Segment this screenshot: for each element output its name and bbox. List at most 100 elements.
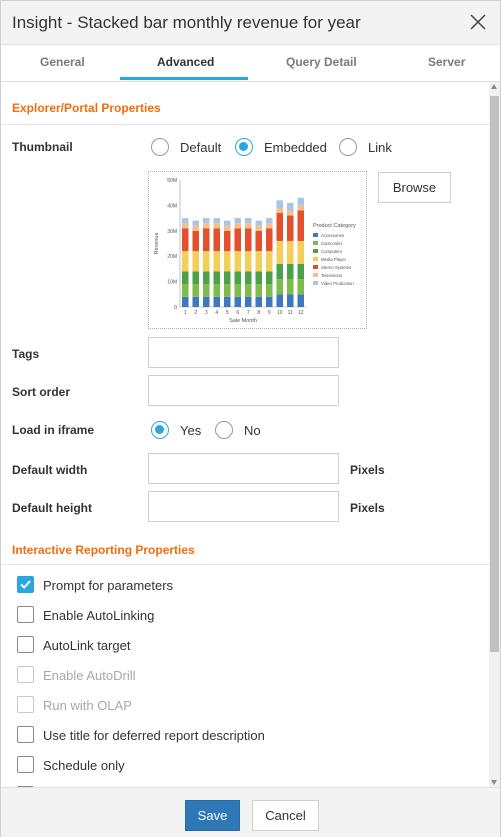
sort-order-input[interactable] bbox=[148, 375, 339, 406]
run-with-olap-checkbox bbox=[17, 696, 34, 713]
thumbnail-embedded-radio[interactable] bbox=[235, 138, 253, 156]
bar-segment bbox=[181, 223, 189, 229]
bar-segment bbox=[192, 251, 200, 272]
bar-segment bbox=[192, 220, 200, 226]
bar-segment bbox=[244, 296, 252, 307]
bar-segment bbox=[192, 271, 200, 285]
legend-item-label: Televisions bbox=[321, 273, 342, 278]
bar-segment bbox=[213, 251, 221, 272]
bar-segment bbox=[297, 240, 305, 264]
bar-segment bbox=[276, 263, 284, 280]
bar-segment bbox=[255, 230, 263, 252]
legend-item-label: Media Player bbox=[321, 257, 347, 262]
browse-button[interactable]: Browse bbox=[378, 172, 451, 203]
use-title-deferred-checkbox[interactable] bbox=[17, 726, 34, 743]
y-tick-label: 10M bbox=[167, 280, 177, 286]
bar-segment bbox=[286, 294, 294, 307]
vertical-scrollbar[interactable] bbox=[489, 82, 500, 787]
legend-item-label: Accessories bbox=[321, 233, 344, 238]
bar-segment bbox=[276, 279, 284, 295]
scroll-up-icon[interactable] bbox=[491, 84, 497, 89]
bar-segment bbox=[265, 296, 273, 307]
x-tick-label: 2 bbox=[194, 310, 197, 316]
bar-segment bbox=[202, 296, 210, 307]
thumbnail-embedded-label: Embedded bbox=[264, 140, 327, 155]
x-tick-label: 10 bbox=[277, 310, 283, 316]
enable-autodrill-checkbox bbox=[17, 666, 34, 683]
bar-segment bbox=[286, 263, 294, 280]
bar-segment bbox=[244, 228, 252, 252]
bar-segment bbox=[255, 296, 263, 307]
schedule-only-checkbox[interactable] bbox=[17, 756, 34, 773]
scrollbar-thumb[interactable] bbox=[490, 96, 499, 652]
bar-segment bbox=[202, 284, 210, 297]
legend-item-label: Stereo Systems bbox=[321, 265, 351, 270]
bar-segment bbox=[234, 223, 242, 229]
enable-autolinking-label: Enable AutoLinking bbox=[43, 608, 155, 623]
y-tick-label: 20M bbox=[167, 254, 177, 260]
legend-swatch bbox=[313, 233, 318, 237]
iframe-yes-label: Yes bbox=[180, 423, 202, 438]
default-height-input[interactable] bbox=[148, 491, 339, 522]
iframe-yes-radio[interactable] bbox=[151, 421, 169, 439]
sort-order-label: Sort order bbox=[12, 385, 71, 399]
scroll-down-icon[interactable] bbox=[491, 780, 497, 785]
bar-segment bbox=[244, 223, 252, 229]
bar-segment bbox=[192, 225, 200, 231]
autolink-target-label: AutoLink target bbox=[43, 638, 131, 653]
x-axis-title: Sale Month bbox=[229, 318, 257, 324]
bar-segment bbox=[297, 279, 305, 295]
thumbnail-link-label: Link bbox=[368, 140, 392, 155]
bar-segment bbox=[244, 251, 252, 272]
bar-segment bbox=[192, 230, 200, 252]
tab-general[interactable]: General bbox=[40, 55, 85, 69]
dialog-footer: Save Cancel bbox=[1, 787, 500, 837]
thumbnail-default-radio[interactable] bbox=[151, 138, 169, 156]
iframe-no-radio[interactable] bbox=[215, 421, 233, 439]
iframe-no-label: No bbox=[244, 423, 261, 438]
bar-segment bbox=[297, 205, 305, 211]
bar-segment bbox=[276, 294, 284, 307]
y-tick-label: 30M bbox=[167, 229, 177, 235]
bar-segment bbox=[234, 284, 242, 297]
bar-segment bbox=[297, 197, 305, 206]
checkmark-icon bbox=[20, 580, 31, 589]
tags-input[interactable] bbox=[148, 337, 339, 368]
legend-swatch bbox=[313, 241, 318, 245]
bar-segment bbox=[286, 210, 294, 216]
bar-segment bbox=[265, 271, 273, 285]
active-tab-indicator bbox=[120, 77, 248, 80]
tab-advanced[interactable]: Advanced bbox=[157, 55, 214, 69]
thumbnail-default-label: Default bbox=[180, 140, 222, 155]
y-tick-label: 0 bbox=[174, 305, 177, 311]
default-width-input[interactable] bbox=[148, 453, 339, 484]
default-width-unit: Pixels bbox=[350, 463, 385, 477]
bar-segment bbox=[265, 223, 273, 229]
prompt-parameters-checkbox[interactable] bbox=[17, 576, 34, 593]
bar-segment bbox=[181, 284, 189, 297]
enable-autolinking-checkbox[interactable] bbox=[17, 606, 34, 623]
y-axis-title: Revenue bbox=[154, 232, 160, 254]
bar-segment bbox=[223, 296, 231, 307]
cancel-button[interactable]: Cancel bbox=[252, 800, 319, 831]
bar-segment bbox=[276, 200, 284, 208]
x-tick-label: 11 bbox=[288, 310, 293, 316]
legend-swatch bbox=[313, 249, 318, 253]
enable-autodrill-label: Enable AutoDrill bbox=[43, 668, 136, 683]
save-button[interactable]: Save bbox=[185, 800, 240, 831]
bar-segment bbox=[286, 215, 294, 241]
tab-query-detail[interactable]: Query Detail bbox=[286, 55, 357, 69]
autolink-target-checkbox[interactable] bbox=[17, 636, 34, 653]
run-with-olap-label: Run with OLAP bbox=[43, 698, 132, 713]
close-icon[interactable] bbox=[468, 12, 488, 32]
properties-dialog: Insight - Stacked bar monthly revenue fo… bbox=[0, 0, 501, 837]
default-height-label: Default height bbox=[12, 501, 92, 515]
legend-swatch bbox=[313, 257, 318, 261]
prompt-parameters-label: Prompt for parameters bbox=[43, 578, 174, 593]
legend-item-label: Computers bbox=[321, 249, 342, 254]
x-tick-label: 8 bbox=[257, 310, 260, 316]
tab-server[interactable]: Server bbox=[428, 55, 465, 69]
thumbnail-link-radio[interactable] bbox=[339, 138, 357, 156]
bar-segment bbox=[223, 230, 231, 252]
dialog-title: Insight - Stacked bar monthly revenue fo… bbox=[12, 13, 361, 32]
